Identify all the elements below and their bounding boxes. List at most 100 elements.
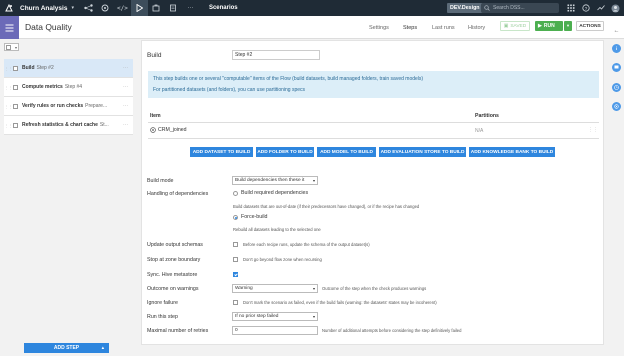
chat-icon[interactable] bbox=[612, 63, 621, 72]
drag-handle-icon[interactable]: ⋮⋮ bbox=[4, 85, 13, 90]
select-all-checkbox[interactable] bbox=[6, 45, 11, 50]
select-all-dropdown[interactable]: ▾ bbox=[4, 43, 19, 51]
play-scenario-icon[interactable] bbox=[130, 0, 148, 16]
dataset-icon bbox=[150, 127, 156, 133]
play-icon: ▶ bbox=[538, 23, 542, 29]
drag-handle-icon[interactable]: ⋮⋮ bbox=[4, 104, 13, 109]
update-schemas-checkbox[interactable] bbox=[233, 242, 238, 247]
run-label: RUN bbox=[543, 23, 555, 29]
chevron-down-icon: ▾ bbox=[312, 286, 315, 291]
step-name: Build bbox=[22, 65, 35, 71]
chevron-down-icon[interactable]: ▾ bbox=[71, 5, 74, 11]
tab-settings[interactable]: Settings bbox=[369, 25, 389, 31]
step-menu-icon[interactable]: ··· bbox=[123, 122, 128, 128]
step-subtitle: St... bbox=[99, 122, 109, 128]
max-retries-input[interactable]: 0 bbox=[232, 326, 318, 335]
steps-sidebar: ▾ ⋮⋮ Build Step #2 ··· ⋮⋮ Compute metric… bbox=[0, 40, 134, 356]
svg-text:?: ? bbox=[584, 6, 587, 11]
page-title: Data Quality bbox=[25, 22, 72, 32]
dataiku-logo-icon[interactable] bbox=[0, 0, 18, 16]
help-icon[interactable]: ? bbox=[578, 0, 593, 16]
step-type-title: Build bbox=[147, 52, 162, 59]
add-folder-button[interactable]: ADD FOLDER TO BUILD bbox=[256, 147, 314, 157]
outcome-warnings-select[interactable]: Warning ▾ bbox=[232, 284, 318, 293]
target-icon[interactable] bbox=[612, 102, 621, 111]
flow-icon[interactable] bbox=[80, 0, 97, 16]
more-icon[interactable]: ··· bbox=[182, 0, 199, 16]
divider bbox=[148, 122, 599, 123]
ignore-failure-checkbox[interactable] bbox=[233, 300, 238, 305]
tab-last-runs[interactable]: Last runs bbox=[432, 25, 455, 31]
add-model-button[interactable]: ADD MODEL TO BUILD bbox=[317, 147, 376, 157]
outcome-warnings-label: Outcome on warnings bbox=[147, 286, 199, 292]
step-item[interactable]: ⋮⋮ Compute metrics Step #4 ··· bbox=[4, 78, 133, 97]
user-avatar-icon[interactable] bbox=[608, 0, 623, 16]
run-button[interactable]: ▶ RUN bbox=[535, 21, 563, 31]
stop-zone-checkbox[interactable] bbox=[233, 257, 238, 262]
environment-badge[interactable]: DEV.Design bbox=[447, 3, 483, 13]
project-name[interactable]: Churn Analysis bbox=[20, 5, 67, 12]
chevron-down-icon: ▾ bbox=[312, 178, 315, 183]
info-text: For partitioned datasets (and folders), … bbox=[153, 87, 306, 93]
step-menu-icon[interactable]: ··· bbox=[123, 65, 128, 71]
step-subtitle: Prepare... bbox=[85, 103, 108, 109]
add-step-label: ADD STEP bbox=[53, 345, 80, 351]
step-checkbox[interactable] bbox=[13, 84, 18, 90]
saved-button[interactable]: ▣ SAVED bbox=[500, 21, 530, 31]
radio-build-required-label: Build required dependencies bbox=[241, 190, 309, 196]
save-icon: ▣ bbox=[503, 23, 509, 29]
ignore-failure-label: Ignore failure bbox=[147, 300, 178, 306]
search-input[interactable]: Search DSS... bbox=[481, 3, 559, 13]
divider bbox=[148, 138, 599, 139]
radio-force-build[interactable] bbox=[233, 215, 238, 220]
item-partitions: N/A bbox=[475, 128, 484, 134]
run-step-select[interactable]: If no prior step failed ▾ bbox=[232, 312, 318, 321]
outcome-warnings-value: Warning bbox=[235, 286, 253, 291]
radio-build-required[interactable] bbox=[233, 191, 238, 196]
radio-force-build-help: Rebuild all datasets leading to the sele… bbox=[233, 227, 321, 232]
sync-hive-checkbox[interactable] bbox=[233, 272, 238, 277]
step-checkbox[interactable] bbox=[13, 103, 18, 109]
build-mode-select[interactable]: Build dependencies then these it ▾ bbox=[232, 176, 318, 185]
back-arrow-icon[interactable]: ← bbox=[612, 26, 621, 35]
hamburger-menu-icon[interactable] bbox=[0, 16, 19, 39]
max-retries-help: Number of additional attempts before con… bbox=[322, 328, 462, 333]
run-options-caret-icon[interactable]: ▾ bbox=[564, 21, 572, 31]
tab-history[interactable]: History bbox=[468, 25, 485, 31]
add-step-button[interactable]: ADD STEP ▴ bbox=[24, 343, 109, 353]
step-name: Verify rules or run checks bbox=[22, 103, 84, 109]
dashboard-icon[interactable] bbox=[148, 0, 165, 16]
add-knowledge-bank-button[interactable]: ADD KNOWLEDGE BANK TO BUILD bbox=[469, 147, 555, 157]
actions-button[interactable]: ACTIONS bbox=[576, 21, 604, 31]
info-icon[interactable]: i bbox=[612, 44, 621, 53]
step-checkbox[interactable] bbox=[13, 65, 18, 71]
drag-handle-icon[interactable]: ⋮⋮ bbox=[4, 66, 13, 71]
add-evaluation-store-button[interactable]: ADD EVALUATION STORE TO BUILD bbox=[379, 147, 466, 157]
drag-handle-icon[interactable]: ⋮⋮ bbox=[4, 123, 13, 128]
search-icon bbox=[484, 5, 490, 11]
step-item[interactable]: ⋮⋮ Verify rules or run checks Prepare...… bbox=[4, 97, 133, 116]
step-checkbox[interactable] bbox=[13, 122, 18, 128]
top-navbar: Churn Analysis ▾ </> ··· Scenarios DEV.D… bbox=[0, 0, 624, 16]
wiki-icon[interactable] bbox=[165, 0, 182, 16]
add-dataset-button[interactable]: ADD DATASET TO BUILD bbox=[190, 147, 253, 157]
step-menu-icon[interactable]: ··· bbox=[123, 84, 128, 90]
build-mode-label: Build mode bbox=[147, 178, 174, 184]
clock-icon[interactable] bbox=[612, 83, 621, 92]
lab-icon[interactable] bbox=[97, 0, 114, 16]
activity-icon[interactable] bbox=[593, 0, 608, 16]
table-row[interactable]: CRM_joined bbox=[150, 127, 187, 133]
remove-item-icon[interactable]: ⋮⋮ bbox=[588, 127, 598, 133]
tab-steps[interactable]: Steps bbox=[403, 25, 417, 31]
apps-grid-icon[interactable] bbox=[563, 0, 578, 16]
step-name-input[interactable]: Step #2 bbox=[232, 50, 320, 60]
step-item[interactable]: ⋮⋮ Build Step #2 ··· bbox=[4, 59, 133, 78]
nav-right-icons: ? bbox=[563, 0, 623, 16]
code-icon[interactable]: </> bbox=[114, 0, 131, 16]
step-menu-icon[interactable]: ··· bbox=[123, 103, 128, 109]
handling-label: Handling of dependencies bbox=[147, 191, 209, 197]
step-item[interactable]: ⋮⋮ Refresh statistics & chart cache St..… bbox=[4, 116, 133, 135]
info-box: This step builds one or several "computa… bbox=[148, 71, 599, 98]
step-name: Refresh statistics & chart cache bbox=[22, 122, 98, 128]
column-header-partitions: Partitions bbox=[475, 113, 499, 119]
